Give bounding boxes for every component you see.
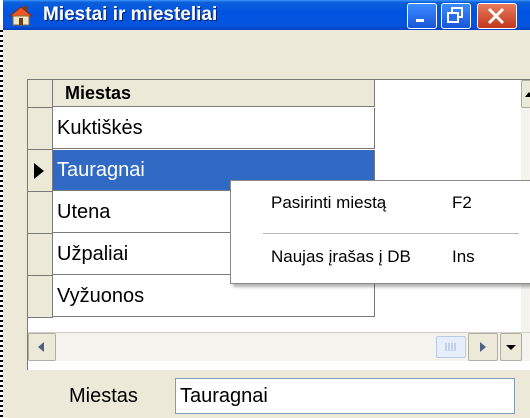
scroll-up-button[interactable] (521, 80, 530, 108)
close-icon (487, 7, 505, 25)
menu-item-shortcut: Ins (452, 247, 475, 266)
menu-item-new-record[interactable]: Naujas įrašas į DB Ins (231, 239, 530, 275)
row-indicator[interactable] (28, 150, 53, 192)
table-row[interactable]: Kuktiškės (28, 108, 376, 150)
menu-item-shortcut: F2 (452, 193, 472, 212)
arrow-right-icon (480, 342, 486, 352)
close-button[interactable] (477, 3, 517, 29)
restore-icon (447, 7, 463, 23)
table-cell[interactable]: Kuktiškės (53, 108, 375, 149)
scroll-thumb[interactable] (436, 336, 466, 358)
menu-separator (263, 233, 519, 234)
restore-button[interactable] (441, 3, 471, 29)
city-label: Miestas (69, 385, 138, 407)
minimize-button[interactable] (407, 3, 437, 29)
row-indicator-header (28, 80, 53, 108)
city-field[interactable]: Tauragnai (175, 378, 515, 414)
grip-icon (445, 343, 456, 351)
scroll-left-button[interactable] (28, 333, 56, 361)
window-title: Miestai ir miesteliai (43, 4, 218, 25)
house-icon (9, 6, 33, 26)
current-row-pointer-icon (34, 163, 44, 179)
row-indicator[interactable] (28, 276, 53, 318)
horizontal-scrollbar[interactable] (28, 332, 530, 361)
menu-item-label: Pasirinti miestą (271, 193, 387, 212)
scroll-down-button[interactable] (500, 333, 522, 361)
scroll-right-button[interactable] (468, 333, 498, 361)
row-indicator[interactable] (28, 108, 53, 150)
menu-item-select-city[interactable]: Pasirinti miestą F2 (231, 185, 530, 221)
menu-item-label: Naujas įrašas į DB (271, 247, 411, 266)
context-menu: Pasirinti miestą F2 Naujas įrašas į DB I… (230, 180, 530, 284)
title-bar[interactable]: Miestai ir miesteliai (3, 0, 530, 30)
arrow-up-icon (525, 92, 530, 97)
row-indicator[interactable] (28, 192, 53, 234)
column-header-miestas[interactable]: Miestas (53, 80, 375, 107)
row-indicator[interactable] (28, 234, 53, 276)
minimize-icon (416, 19, 424, 22)
arrow-down-icon (506, 345, 516, 350)
arrow-left-icon (38, 342, 44, 352)
